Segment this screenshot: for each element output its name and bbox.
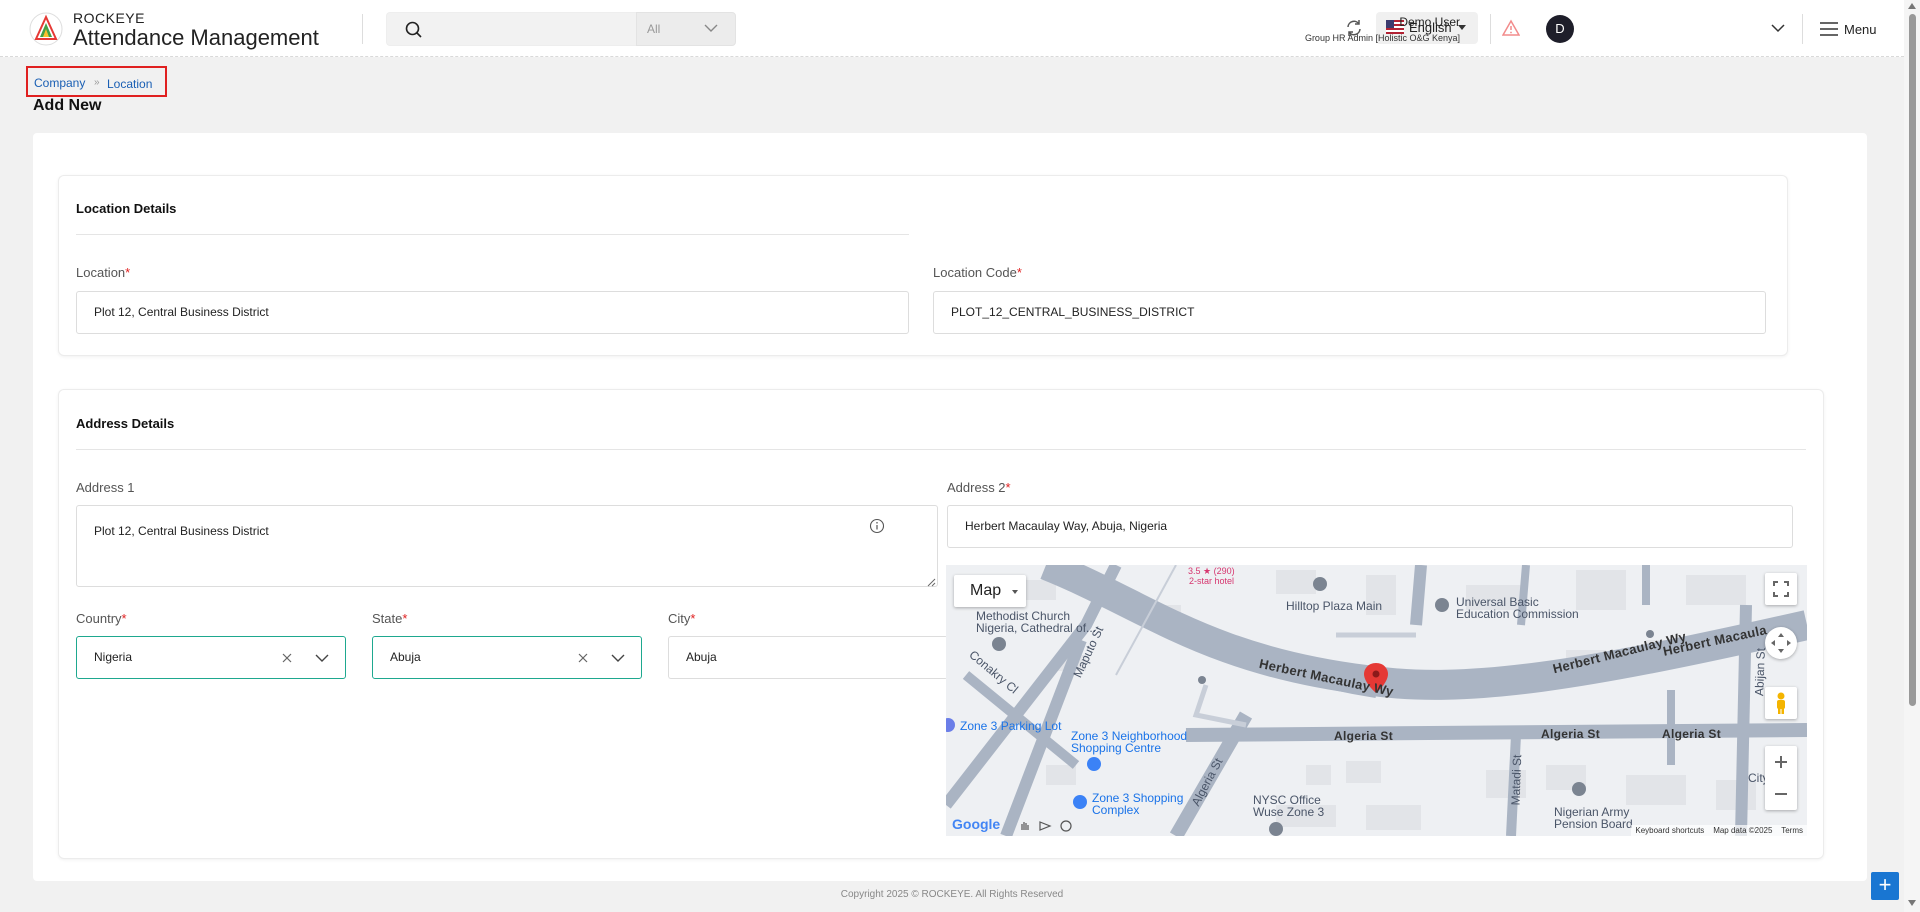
address2-label: Address 2* <box>947 480 1011 495</box>
map-label: 2-star hotel <box>1189 576 1235 586</box>
map-street-label: Algeria St <box>1662 727 1722 741</box>
breadcrumb-company-link[interactable]: Company <box>34 76 85 90</box>
location-code-input[interactable]: PLOT_12_CENTRAL_BUSINESS_DISTRICT <box>933 291 1766 334</box>
page-title: Add New <box>33 97 102 114</box>
hamburger-icon <box>1820 22 1838 36</box>
section-title: Location Details <box>76 201 177 216</box>
clear-icon[interactable] <box>577 652 589 664</box>
rockeye-logo-icon <box>29 12 63 46</box>
location-details-section: Location Details Location* Plot 12, Cent… <box>58 175 1788 356</box>
chevron-down-icon[interactable] <box>610 652 626 664</box>
user-name[interactable]: Demo User <box>1399 15 1460 29</box>
address1-label: Address 1 <box>76 480 135 495</box>
fullscreen-button[interactable] <box>1765 573 1797 605</box>
map-street-label: Algeria St <box>1541 727 1601 741</box>
pegman-icon <box>1777 692 1785 714</box>
map-label: Zone 3 Parking Lot <box>960 719 1062 733</box>
add-fab-button[interactable]: + <box>1871 872 1899 900</box>
map-type-label: Map <box>970 582 1002 599</box>
map-data-text: Map data ©2025 <box>1713 826 1773 835</box>
location-code-label: Location Code* <box>933 265 1022 280</box>
map-label: Education Commission <box>1456 607 1579 621</box>
address1-textarea[interactable]: Plot 12, Central Business District <box>76 505 938 587</box>
search-input[interactable] <box>435 19 625 41</box>
brand-top-text: ROCKEYE <box>73 10 145 26</box>
location-map[interactable]: 3.5 ★ (290) 2-star hotel Hilltop Plaza M… <box>946 565 1807 836</box>
state-select[interactable]: Abuja <box>372 636 642 679</box>
map-label: Shopping Centre <box>1071 741 1162 755</box>
pan-arrows-icon <box>1771 633 1791 653</box>
search-scope-value: All <box>647 22 661 36</box>
clear-icon[interactable] <box>281 652 293 664</box>
double-chevron-right-icon: » <box>94 77 100 88</box>
header-divider <box>1490 14 1491 44</box>
brand-main-text: Attendance Management <box>73 25 319 50</box>
map-label: Complex <box>1092 803 1140 817</box>
info-icon[interactable] <box>869 518 885 534</box>
page-scrollbar[interactable] <box>1904 0 1920 912</box>
map-label: Matadi St <box>1508 754 1525 806</box>
top-header: ROCKEYE Attendance Management All Englis <box>0 0 1904 57</box>
scroll-up-arrow-icon[interactable] <box>1908 3 1916 9</box>
chevron-down-icon <box>704 24 718 32</box>
copyright-footer: Copyright 2025 © ROCKEYE. All Rights Res… <box>840 889 1064 900</box>
map-label: Wuse Zone 3 <box>1253 805 1325 819</box>
global-search[interactable] <box>386 12 636 46</box>
section-divider <box>76 234 909 235</box>
location-label: Location* <box>76 265 131 280</box>
scroll-thumb[interactable] <box>1909 14 1916 706</box>
breadcrumb: Company » Location <box>26 66 167 97</box>
camera-control-button[interactable] <box>1765 627 1797 659</box>
chevron-down-icon[interactable] <box>314 652 330 664</box>
map-label: Hilltop Plaza Main <box>1286 599 1383 613</box>
location-input[interactable]: Plot 12, Central Business District <box>76 291 909 334</box>
address2-input[interactable]: Herbert Macaulay Way, Abuja, Nigeria <box>947 505 1793 548</box>
map-gesture-icons[interactable] <box>1018 818 1078 834</box>
header-divider <box>1802 14 1803 44</box>
zoom-out-icon[interactable] <box>1765 778 1797 810</box>
map-street-label: Algeria St <box>1334 729 1394 743</box>
scroll-down-arrow-icon[interactable] <box>1908 900 1916 906</box>
search-icon <box>405 21 422 38</box>
section-title: Address Details <box>76 416 175 431</box>
state-label: State* <box>372 611 408 626</box>
country-label: Country* <box>76 611 127 626</box>
brand[interactable]: ROCKEYE Attendance Management <box>73 10 319 50</box>
user-role: Group HR Admin [Holistic O&G Kenya] <box>1304 33 1460 43</box>
resize-handle-icon[interactable] <box>926 577 936 587</box>
fullscreen-icon <box>1773 581 1789 597</box>
menu-label: Menu <box>1844 22 1877 37</box>
breadcrumb-location-link[interactable]: Location <box>107 77 152 91</box>
map-attribution: Keyboard shortcuts Map data ©2025 Terms <box>1631 825 1807 836</box>
zoom-in-icon[interactable] <box>1765 746 1797 778</box>
terms-link[interactable]: Terms <box>1781 826 1803 835</box>
section-divider <box>76 449 1806 450</box>
city-label: City* <box>668 611 696 626</box>
caret-down-icon <box>1012 590 1018 594</box>
zoom-controls <box>1765 746 1797 810</box>
map-label: Pension Board <box>1554 817 1633 831</box>
keyboard-shortcuts-link[interactable]: Keyboard shortcuts <box>1635 826 1704 835</box>
google-logo: Google <box>952 816 1001 832</box>
map-label: Nigeria, Cathedral of... <box>976 621 1097 635</box>
chevron-down-icon[interactable] <box>1770 22 1786 34</box>
country-select[interactable]: Nigeria <box>76 636 346 679</box>
user-avatar[interactable]: D <box>1546 15 1574 43</box>
map-type-button[interactable]: Map <box>954 575 1026 607</box>
street-view-pegman[interactable] <box>1765 687 1797 719</box>
header-divider <box>362 14 363 44</box>
search-scope-select[interactable]: All <box>636 12 736 46</box>
city-input[interactable]: Abuja <box>668 636 948 679</box>
warning-icon[interactable] <box>1502 19 1520 37</box>
